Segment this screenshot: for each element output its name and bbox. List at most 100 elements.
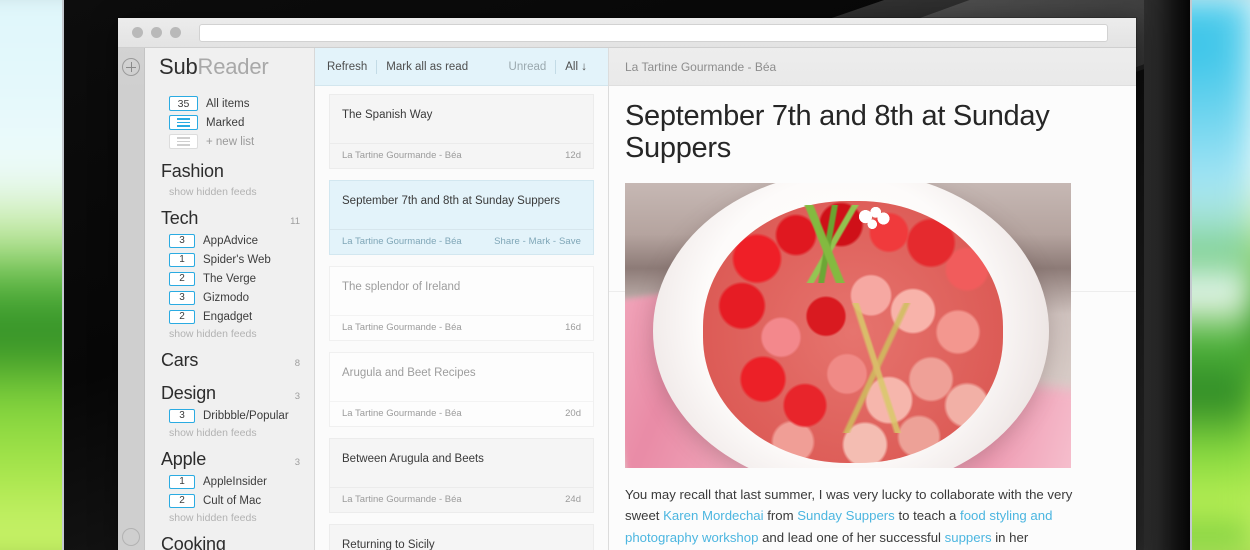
article-title: Between Arugula and Beets	[342, 452, 484, 465]
app-root: Sub Reader 35 All items Marked + new lis…	[118, 48, 1136, 550]
hero-stems	[745, 302, 1005, 433]
show-hidden-feeds-apple[interactable]: show hidden feeds	[145, 510, 314, 524]
article-title: The Spanish Way	[342, 109, 433, 121]
reader-feed-title: La Tartine Gourmande - Béa	[625, 59, 777, 74]
feed-count-badge: 3	[169, 233, 195, 248]
sidebar-group-cars[interactable]: Cars 8	[145, 340, 314, 373]
feed-count-badge: 2	[169, 271, 195, 286]
article-list-item[interactable]: Between Arugula and Beets La Tartine Gou…	[329, 437, 594, 513]
link-karen-mordechai[interactable]: Karen Mordechai	[663, 508, 763, 523]
group-title: Cars	[161, 350, 199, 370]
article-list-item-selected[interactable]: September 7th and 8th at Sunday Suppers …	[329, 179, 594, 255]
plus-circle-icon[interactable]	[122, 58, 140, 76]
sidebar-group-design[interactable]: Design 3	[145, 373, 314, 406]
group-title: Cooking	[161, 534, 226, 550]
body-text-4: and lead one of her successful	[758, 529, 945, 545]
article-list[interactable]: The Spanish Way La Tartine Gourmande - B…	[315, 86, 608, 550]
feed-name: The Verge	[203, 272, 257, 285]
sidebar-item-marked[interactable]: Marked	[145, 113, 314, 132]
article-list-item[interactable]: The Spanish Way La Tartine Gourmande - B…	[329, 94, 594, 169]
article-actions[interactable]: Share - Mark - Save	[494, 236, 581, 247]
group-count: 11	[290, 216, 300, 227]
feed-name: Spider's Web	[203, 253, 271, 266]
article-meta: La Tartine Gourmande - Béa Share - Mark …	[330, 228, 593, 254]
feed-count-badge: 1	[169, 252, 195, 267]
sidebar: Sub Reader 35 All items Marked + new lis…	[145, 48, 315, 550]
link-suppers[interactable]: suppers	[945, 530, 992, 545]
sidebar-item-new-list[interactable]: + new list	[145, 132, 314, 151]
feed-count-badge: 2	[169, 309, 195, 324]
minimize-window-button[interactable]	[151, 27, 162, 38]
feed-name: Engadget	[203, 310, 253, 323]
group-title: Design	[161, 383, 216, 403]
hero-flowers	[857, 206, 891, 231]
show-hidden-feeds-design[interactable]: show hidden feeds	[145, 425, 314, 439]
article-hero-image	[625, 182, 1071, 468]
feed-count-badge: 2	[169, 493, 195, 508]
article-list-item[interactable]: Arugula and Beet Recipes La Tartine Gour…	[329, 351, 594, 427]
group-title: Fashion	[161, 161, 224, 181]
url-input[interactable]	[199, 23, 1108, 42]
sidebar-group-apple[interactable]: Apple 3	[145, 439, 314, 472]
mark-all-as-read-button[interactable]: Mark all as read	[377, 61, 477, 73]
settings-circle-icon[interactable]	[122, 528, 140, 546]
feed-name: AppAdvice	[203, 234, 258, 247]
article-title: September 7th and 8th at Sunday Suppers	[342, 194, 561, 207]
body-text-3: to teach a	[894, 508, 961, 524]
article-age: 20d	[565, 407, 581, 419]
sidebar-feed-dribbble-popular[interactable]: 3 Dribbble/Popular	[145, 406, 314, 425]
sidebar-feed-cult-of-mac[interactable]: 2 Cult of Mac	[145, 491, 314, 510]
close-window-button[interactable]	[132, 27, 143, 38]
maximize-window-button[interactable]	[170, 27, 181, 38]
sidebar-feed-the-verge[interactable]: 2 The Verge	[145, 269, 314, 288]
article-list-item[interactable]: The splendor of Ireland La Tartine Gourm…	[329, 265, 594, 341]
feed-count-badge: 3	[169, 290, 195, 305]
sidebar-feed-appleinsider[interactable]: 1 AppleInsider	[145, 472, 314, 491]
feed-count-badge: 1	[169, 474, 195, 489]
article-meta: La Tartine Gourmande - Béa 16d	[330, 314, 593, 340]
feed-name: AppleInsider	[203, 475, 267, 488]
show-hidden-feeds-tech[interactable]: show hidden feeds	[145, 326, 314, 340]
sidebar-item-all-items[interactable]: 35 All items	[145, 94, 314, 113]
sidebar-group-fashion[interactable]: Fashion	[145, 151, 314, 184]
filter-controls: Unread All ↓	[509, 59, 596, 74]
bezel-right-edge	[1144, 0, 1190, 550]
sidebar-feed-spiders-web[interactable]: 1 Spider's Web	[145, 250, 314, 269]
sidebar-group-cooking[interactable]: Cooking	[145, 524, 314, 550]
article-feed-name: La Tartine Gourmande - Béa	[342, 149, 462, 161]
filter-unread-button[interactable]: Unread	[509, 61, 556, 73]
article-meta: La Tartine Gourmande - Béa 24d	[330, 486, 593, 512]
refresh-button[interactable]: Refresh	[327, 61, 376, 73]
show-hidden-feeds-fashion[interactable]: show hidden feeds	[145, 184, 314, 198]
body-text-2: from	[763, 508, 798, 524]
article-age: 16d	[565, 321, 581, 333]
sidebar-feed-appadvice[interactable]: 3 AppAdvice	[145, 231, 314, 250]
article-title: Returning to Sicily	[342, 538, 435, 550]
desktop-stage: Sub Reader 35 All items Marked + new lis…	[0, 0, 1250, 550]
browser-titlebar	[118, 18, 1136, 48]
filter-all-button[interactable]: All ↓	[556, 61, 596, 73]
hero-herbs	[733, 204, 923, 283]
link-sunday-suppers[interactable]: Sunday Suppers	[797, 508, 895, 523]
article-meta: La Tartine Gourmande - Béa 12d	[330, 142, 593, 168]
marked-label: Marked	[206, 116, 245, 129]
sidebar-group-tech[interactable]: Tech 11	[145, 198, 314, 231]
sidebar-content[interactable]: 35 All items Marked + new list Fashion s…	[145, 86, 314, 550]
page-title: September 7th and 8th at Sunday Suppers	[625, 100, 1050, 165]
article-list-item[interactable]: Returning to Sicily	[329, 523, 594, 550]
article-feed-name: La Tartine Gourmande - Béa	[342, 235, 462, 247]
group-title: Tech	[161, 208, 199, 228]
feed-count-badge: 3	[169, 408, 195, 423]
article-title: The splendor of Ireland	[342, 280, 461, 293]
reader-header: La Tartine Gourmande - Béa	[609, 48, 1136, 86]
group-title: Apple	[161, 449, 207, 469]
sidebar-feed-engadget[interactable]: 2 Engadget	[145, 307, 314, 326]
reader-content[interactable]: September 7th and 8th at Sunday Suppers …	[609, 86, 1136, 550]
article-list-toolbar: Refresh Mark all as read Unread All ↓	[315, 48, 608, 86]
article-list-column: Refresh Mark all as read Unread All ↓ Th…	[315, 48, 609, 550]
sidebar-feed-gizmodo[interactable]: 3 Gizmodo	[145, 288, 314, 307]
feed-name: Cult of Mac	[203, 494, 262, 507]
group-count: 3	[294, 457, 300, 468]
browser-window: Sub Reader 35 All items Marked + new lis…	[118, 18, 1136, 550]
app-brand: Sub Reader	[145, 48, 314, 86]
